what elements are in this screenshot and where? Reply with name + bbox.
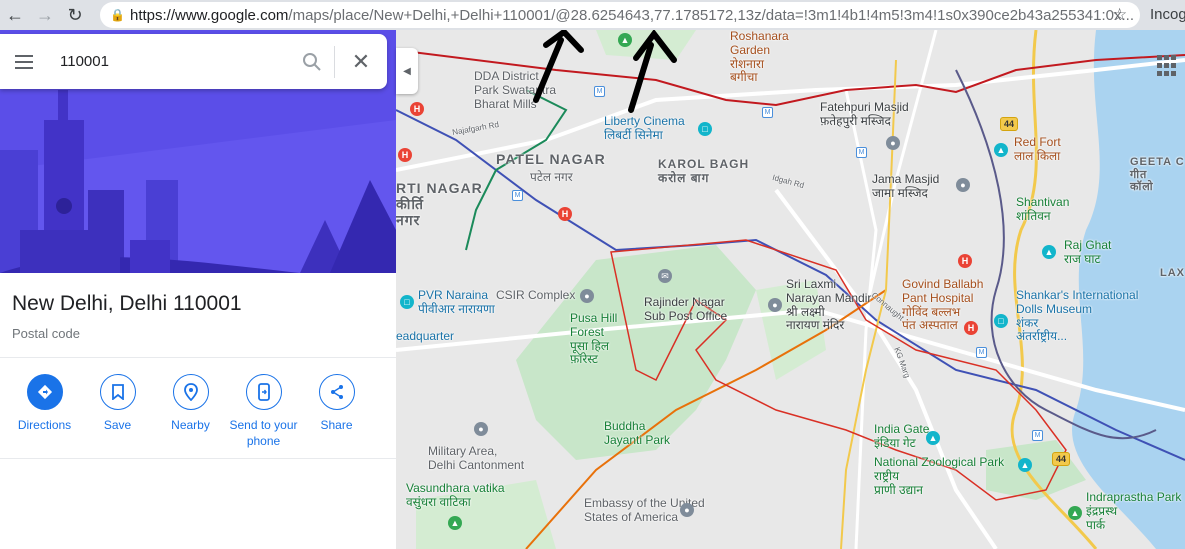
nearby-button[interactable]: Nearby xyxy=(154,374,227,449)
map-label-rajinder-nagar[interactable]: Rajinder Nagar Sub Post Office xyxy=(644,295,727,324)
bookmark-icon[interactable] xyxy=(99,374,136,410)
directions-icon[interactable] xyxy=(26,374,63,410)
cinema-pin-icon[interactable]: □ xyxy=(698,122,712,136)
send-to-phone-label: Send to your phone xyxy=(229,418,298,448)
divider xyxy=(0,357,396,358)
map-label-lax: LAX xyxy=(1160,267,1185,279)
apps-grid-icon[interactable] xyxy=(1157,55,1179,77)
map-label-karol-bagh[interactable]: KAROL BAGH करोल बाग xyxy=(658,157,749,186)
back-arrow-icon[interactable]: ← xyxy=(0,0,30,30)
mosque-pin-icon[interactable]: ● xyxy=(886,136,900,150)
museum-pin-icon[interactable]: □ xyxy=(994,314,1008,328)
hospital-pin-icon[interactable]: H xyxy=(558,207,572,221)
map-label-geeta-colony[interactable]: GEETA C गीत कॉलो xyxy=(1130,156,1185,194)
action-bar: Directions Save Nearby Send to your phon… xyxy=(8,374,388,449)
hospital-pin-icon[interactable]: H xyxy=(958,254,972,268)
map-label-national-zoo[interactable]: National Zoological Park राष्ट्रीय प्राण… xyxy=(874,455,1004,497)
map-label-red-fort[interactable]: Red Fort लाल किला xyxy=(1014,135,1061,164)
hospital-pin-icon[interactable]: H xyxy=(398,148,412,162)
metro-station-icon[interactable]: M xyxy=(512,190,523,201)
map-label-pvr-naraina[interactable]: PVR Naraina पीवीआर नारायणा xyxy=(418,288,495,317)
highway-shield-44: 44 xyxy=(1000,117,1019,131)
map-label-raj-ghat[interactable]: Raj Ghat राज घाट xyxy=(1064,238,1111,267)
map-label-indraprastha[interactable]: Indraprastha Park इंद्रप्रस्थ पार्क xyxy=(1086,490,1181,532)
nearby-label: Nearby xyxy=(171,418,210,432)
map-label-shantivan[interactable]: Shantivan शांतिवन xyxy=(1016,195,1069,224)
map-label-roshanara[interactable]: Roshanara Garden रोशनारा बगीचा xyxy=(730,30,789,85)
browser-toolbar: ← → ↻ 🔒 https://www.google.com/maps/plac… xyxy=(0,0,1185,30)
map-label-kirti-nagar[interactable]: RTI NAGAR कीर्ति नगर xyxy=(396,180,483,228)
map-label-sri-laxmi[interactable]: Sri Laxmi Narayan Mandir श्री लक्ष्मी ना… xyxy=(786,277,871,333)
search-icon[interactable] xyxy=(290,34,334,89)
hospital-pin-icon[interactable]: H xyxy=(964,321,978,335)
collapse-panel-button[interactable]: ◀ xyxy=(396,48,418,94)
park-pin-icon[interactable]: ▲ xyxy=(448,516,462,530)
map-label-buddha-jayanti[interactable]: Buddha Jayanti Park xyxy=(604,419,670,448)
share-label: Share xyxy=(320,418,353,432)
hospital-pin-icon[interactable]: H xyxy=(410,102,424,116)
address-bar[interactable]: 🔒 https://www.google.com/maps/place/New+… xyxy=(100,2,1140,28)
metro-station-icon[interactable]: M xyxy=(976,347,987,358)
landmark-pin-icon[interactable]: ▲ xyxy=(1042,245,1056,259)
directions-label: Directions xyxy=(17,418,72,432)
landmark-pin-icon[interactable]: ▲ xyxy=(994,143,1008,157)
reload-icon[interactable]: ↻ xyxy=(60,0,90,30)
annotation-arrows-icon xyxy=(533,30,677,113)
share-button[interactable]: Share xyxy=(300,374,373,449)
park-pin-icon[interactable]: ▲ xyxy=(1068,506,1082,520)
old-delhi-road xyxy=(864,30,938,311)
embassy-pin-icon[interactable]: ● xyxy=(680,503,694,517)
landmark-pin-icon[interactable]: ▲ xyxy=(926,431,940,445)
map-label-csir[interactable]: CSIR Complex xyxy=(496,288,575,303)
map-label-jama-masjid[interactable]: Jama Masjid जामा मस्जिद xyxy=(872,172,939,201)
post-office-pin-icon[interactable]: ✉ xyxy=(658,269,672,283)
place-panel: 110001 ✕ New Delhi, Delhi 110001 Postal … xyxy=(0,30,396,549)
directions-button[interactable]: Directions xyxy=(8,374,81,449)
search-input[interactable]: 110001 xyxy=(48,53,290,70)
hamburger-menu-icon[interactable] xyxy=(0,34,48,89)
lab-pin-icon[interactable]: ● xyxy=(580,289,594,303)
save-button[interactable]: Save xyxy=(81,374,154,449)
nearby-icon[interactable] xyxy=(172,374,209,410)
lock-icon: 🔒 xyxy=(110,8,125,22)
phone-icon[interactable] xyxy=(245,374,282,410)
map-label-india-gate[interactable]: India Gate इंडिया गेट xyxy=(874,422,929,451)
map-label-headquarter: eadquarter xyxy=(396,329,455,343)
military-pin-icon[interactable]: ● xyxy=(474,422,488,436)
metro-station-icon[interactable]: M xyxy=(1032,430,1043,441)
zoo-pin-icon[interactable]: ▲ xyxy=(1018,458,1032,472)
share-icon[interactable] xyxy=(318,374,355,410)
url-path: /maps/place/New+Delhi,+Delhi+110001/@28.… xyxy=(288,6,1134,24)
map-label-shankar-dolls[interactable]: Shankar's International Dolls Museum शंक… xyxy=(1016,288,1138,344)
divider xyxy=(0,458,396,459)
cinema-pin-icon[interactable]: □ xyxy=(400,295,414,309)
metro-station-icon[interactable]: M xyxy=(762,107,773,118)
mosque-pin-icon[interactable]: ● xyxy=(956,178,970,192)
map-label-military-area[interactable]: Military Area, Delhi Cantonment xyxy=(428,444,524,473)
map-label-patel-nagar[interactable]: PATEL NAGAR xyxy=(496,151,606,167)
map-label-fatehpuri[interactable]: Fatehpuri Masjid फ़तेहपुरी मस्जिद xyxy=(820,100,909,129)
map-canvas[interactable]: DDA District Park Swatantra Bharat Mills… xyxy=(396,30,1185,549)
temple-pin-icon[interactable]: ● xyxy=(768,298,782,312)
map-label-pusa-hill[interactable]: Pusa Hill Forest पूसा हिल फ़ॉरेस्ट xyxy=(570,311,617,367)
save-label: Save xyxy=(103,418,132,432)
forward-arrow-icon[interactable]: → xyxy=(30,0,60,30)
url-host: https://www.google.com xyxy=(130,6,289,24)
place-type: Postal code xyxy=(12,326,80,341)
metro-station-icon[interactable]: M xyxy=(856,147,867,158)
close-icon[interactable]: ✕ xyxy=(335,34,387,89)
map-label-vasundhara[interactable]: Vasundhara vatika वसुंधरा वाटिका xyxy=(406,481,505,510)
send-to-phone-button[interactable]: Send to your phone xyxy=(227,374,300,449)
bookmark-star-icon[interactable]: ☆ xyxy=(1112,5,1127,25)
incognito-label[interactable]: Incog xyxy=(1150,6,1185,23)
map-label-patel-nagar-hi: पटेल नगर xyxy=(530,170,573,184)
place-title: New Delhi, Delhi 110001 xyxy=(12,292,242,315)
highway-shield-44: 44 xyxy=(1052,452,1071,466)
search-box: 110001 ✕ xyxy=(0,34,387,89)
